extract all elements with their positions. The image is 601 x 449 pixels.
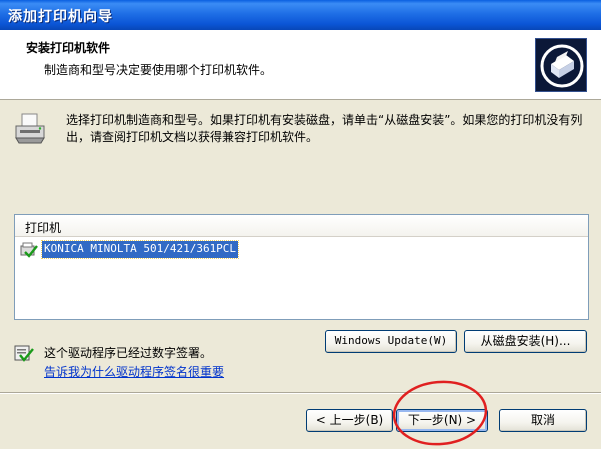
header-subtitle: 制造商和型号决定要使用哪个打印机软件。 bbox=[44, 63, 273, 77]
signature-status-text: 这个驱动程序已经过数字签署。 bbox=[44, 346, 213, 360]
printer-listbox[interactable]: 打印机 KONICA MINOLTA 501/421/361PCL bbox=[14, 214, 589, 320]
wizard-header: 安装打印机软件 制造商和型号决定要使用哪个打印机软件。 bbox=[0, 30, 601, 100]
have-disk-button[interactable]: 从磁盘安装(H)... bbox=[464, 330, 587, 353]
list-item-label: KONICA MINOLTA 501/421/361PCL bbox=[40, 240, 240, 259]
next-button[interactable]: 下一步(N) > bbox=[396, 409, 488, 432]
printer-setup-icon bbox=[535, 38, 587, 92]
windows-update-button[interactable]: Windows Update(W) bbox=[325, 330, 457, 353]
back-button[interactable]: < 上一步(B) bbox=[306, 409, 393, 432]
printer-icon bbox=[13, 112, 47, 146]
signed-driver-icon bbox=[19, 241, 39, 259]
footer-divider bbox=[0, 392, 601, 394]
header-title: 安装打印机软件 bbox=[26, 41, 111, 55]
intro-text: 选择打印机制造商和型号。如果打印机有安装磁盘，请单击“从磁盘安装”。如果您的打印… bbox=[66, 113, 583, 144]
list-item[interactable]: KONICA MINOLTA 501/421/361PCL bbox=[19, 240, 279, 259]
list-column-header-label: 打印机 bbox=[25, 221, 62, 235]
signature-info-link[interactable]: 告诉我为什么驱动程序签名很重要 bbox=[44, 363, 224, 380]
window-titlebar[interactable]: 添加打印机向导 bbox=[0, 0, 601, 30]
cancel-button[interactable]: 取消 bbox=[499, 409, 587, 432]
signed-driver-icon bbox=[14, 343, 34, 363]
list-column-header[interactable]: 打印机 bbox=[15, 215, 588, 237]
window-title: 添加打印机向导 bbox=[8, 9, 113, 25]
